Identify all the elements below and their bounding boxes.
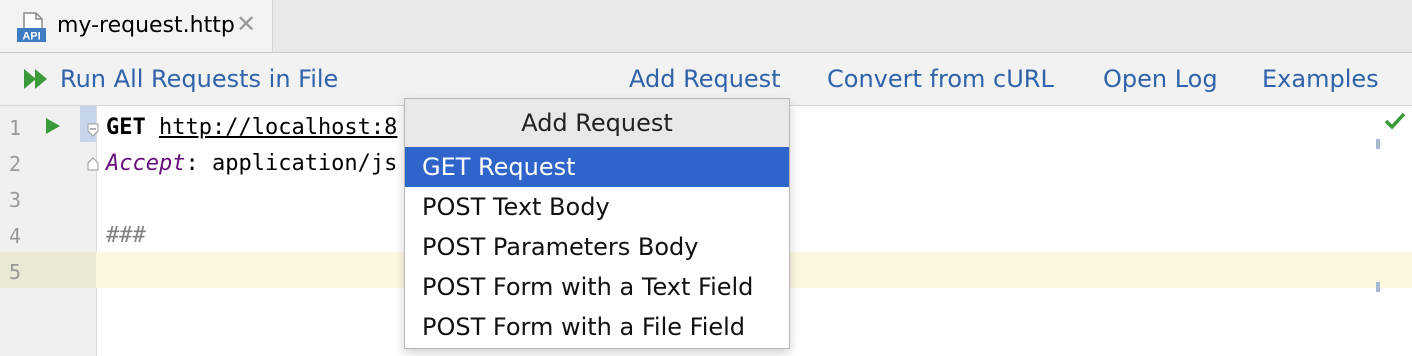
editor-tab-bar: API my-request.http ✕	[0, 0, 1412, 53]
http-method: GET	[106, 115, 146, 140]
add-request-popup: Add Request GET Request POST Text Body P…	[404, 98, 790, 349]
http-file-icon: API	[16, 11, 48, 43]
scrollbar-marker[interactable]	[1376, 282, 1380, 292]
tab-my-request-http[interactable]: API my-request.http ✕	[0, 0, 273, 52]
examples-link[interactable]: Examples	[1262, 65, 1379, 93]
close-icon[interactable]: ✕	[236, 10, 256, 38]
svg-text:API: API	[22, 31, 40, 43]
convert-from-curl-link[interactable]: Convert from cURL	[827, 65, 1054, 93]
request-url[interactable]: http://localhost:8	[159, 115, 397, 140]
line-number: 1	[8, 116, 22, 140]
menu-item-post-parameters-body[interactable]: POST Parameters Body	[405, 227, 789, 267]
line-number: 3	[8, 188, 22, 212]
scrollbar-marker[interactable]	[1376, 139, 1380, 149]
double-play-icon	[24, 69, 47, 89]
checkmark-icon	[1384, 112, 1406, 134]
code-line-2: Accept: application/js	[106, 151, 397, 176]
line-number: 4	[8, 224, 22, 248]
play-icon[interactable]	[45, 117, 61, 139]
fold-end-icon[interactable]	[87, 156, 99, 171]
menu-item-post-text-body[interactable]: POST Text Body	[405, 187, 789, 227]
run-all-requests-label: Run All Requests in File	[60, 65, 339, 93]
code-line-1: GET http://localhost:8	[106, 115, 397, 140]
menu-item-post-form-file-field[interactable]: POST Form with a File Field	[405, 307, 789, 347]
open-log-link[interactable]: Open Log	[1103, 65, 1218, 93]
header-value: : application/js	[185, 151, 398, 176]
header-name: Accept	[106, 151, 186, 176]
popup-title: Add Request	[405, 99, 789, 147]
fold-start-icon[interactable]	[87, 122, 99, 137]
line-number: 5	[8, 260, 22, 284]
menu-item-get-request[interactable]: GET Request	[405, 147, 789, 187]
request-separator: ###	[106, 223, 146, 248]
run-all-requests-button[interactable]: Run All Requests in File	[22, 64, 338, 94]
menu-item-post-form-text-field[interactable]: POST Form with a Text Field	[405, 267, 789, 307]
tab-title: my-request.http	[57, 13, 235, 38]
add-request-link[interactable]: Add Request	[629, 65, 781, 93]
line-number: 2	[8, 152, 22, 176]
